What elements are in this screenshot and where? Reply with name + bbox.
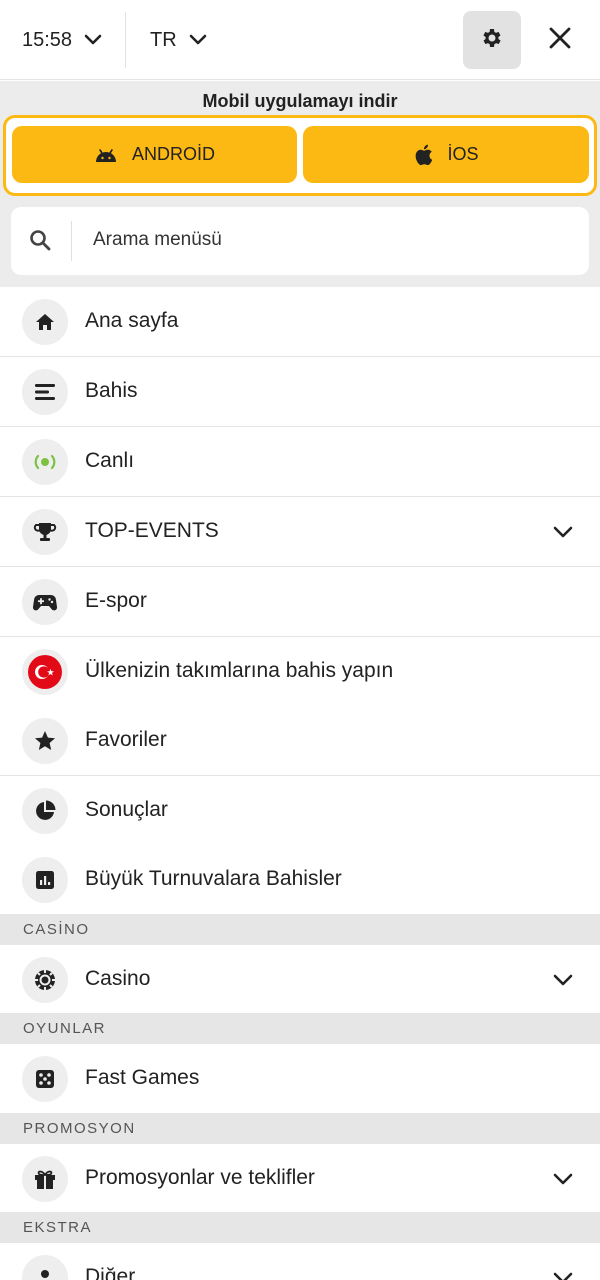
gear-icon: [480, 26, 504, 55]
menu-item-label: Büyük Turnuvalara Bahisler: [85, 867, 342, 890]
menu-item-tournaments[interactable]: Büyük Turnuvalara Bahisler: [0, 845, 600, 915]
language-selector[interactable]: TR: [150, 22, 207, 58]
menu-item-other[interactable]: Diğer: [0, 1243, 600, 1280]
ios-download-button[interactable]: İOS: [303, 126, 589, 183]
search-icon: [29, 229, 51, 256]
menu-item-label: Bahis: [85, 379, 138, 402]
search-input[interactable]: Arama menüsü: [11, 207, 589, 275]
list-icon: [22, 369, 68, 415]
app-download-title: Mobil uygulamayı indir: [202, 91, 398, 111]
chevron-down-icon[interactable]: [550, 967, 576, 993]
menu-item-label: Sonuçlar: [85, 798, 168, 821]
search-placeholder: Arama menüsü: [93, 229, 222, 250]
casino-chip-icon: [22, 957, 68, 1003]
chevron-down-icon: [189, 34, 207, 46]
menu-item-bet[interactable]: Bahis: [0, 357, 600, 427]
pie-chart-icon: [22, 788, 68, 834]
trophy-icon: [22, 509, 68, 555]
time-value: 15:58: [22, 28, 73, 51]
users-icon: [22, 1255, 68, 1280]
menu-item-home[interactable]: Ana sayfa: [0, 287, 600, 357]
chevron-down-icon[interactable]: [550, 519, 576, 545]
menu-item-country-teams[interactable]: Ülkenizin takımlarına bahis yapın: [0, 637, 600, 707]
android-download-button[interactable]: ANDROİD: [12, 126, 297, 183]
menu-item-label: Ana sayfa: [85, 309, 179, 332]
time-selector[interactable]: 15:58: [22, 22, 102, 58]
bar-chart-icon: [22, 857, 68, 903]
close-icon: [548, 26, 572, 55]
section-title: OYUNLAR: [23, 1020, 107, 1037]
star-icon: [22, 718, 68, 764]
menu-item-label: Favoriler: [85, 728, 167, 751]
gift-icon: [22, 1156, 68, 1202]
menu-item-favorites[interactable]: Favoriler: [0, 706, 600, 776]
menu-item-top-events[interactable]: TOP-EVENTS: [0, 497, 600, 567]
menu-item-label: Canlı: [85, 449, 135, 472]
settings-button[interactable]: [463, 11, 521, 69]
chevron-down-icon[interactable]: [550, 1265, 576, 1280]
home-icon: [22, 299, 68, 345]
gamepad-icon: [22, 579, 68, 625]
close-button[interactable]: [540, 20, 580, 60]
chevron-down-icon[interactable]: [550, 1166, 576, 1192]
menu-item-promotions[interactable]: Promosyonlar ve teklifler: [0, 1144, 600, 1214]
section-header-games: OYUNLAR: [0, 1013, 600, 1044]
menu-item-casino[interactable]: Casino: [0, 945, 600, 1015]
language-value: TR: [150, 28, 177, 51]
dice-icon: [22, 1056, 68, 1102]
android-icon: [94, 147, 118, 163]
menu-item-esports[interactable]: E-spor: [0, 567, 600, 637]
section-title: EKSTRA: [23, 1219, 93, 1236]
menu-item-live[interactable]: Canlı: [0, 427, 600, 497]
ios-label: İOS: [447, 144, 479, 164]
menu-item-label: Casino: [85, 967, 151, 990]
menu-item-label: Promosyonlar ve teklifler: [85, 1166, 315, 1189]
menu-item-label: Fast Games: [85, 1066, 200, 1089]
section-title: PROMOSYON: [23, 1120, 136, 1137]
menu-item-label: Ülkenizin takımlarına bahis yapın: [85, 659, 394, 682]
chevron-down-icon: [84, 34, 102, 46]
menu-item-fast-games[interactable]: Fast Games: [0, 1044, 600, 1114]
section-header-extra: EKSTRA: [0, 1212, 600, 1243]
menu-item-label: TOP-EVENTS: [85, 519, 219, 542]
search-divider: [71, 221, 72, 261]
turkey-flag-icon: [22, 649, 68, 695]
menu-item-label: Diğer: [85, 1265, 136, 1280]
section-header-promo: PROMOSYON: [0, 1113, 600, 1144]
top-bar: 15:58 TR: [0, 0, 600, 80]
apple-icon: [413, 143, 433, 167]
section-title: CASİNO: [23, 921, 90, 938]
menu-item-label: E-spor: [85, 589, 147, 612]
menu-item-results[interactable]: Sonuçlar: [0, 776, 600, 846]
live-icon: [22, 439, 68, 485]
android-label: ANDROİD: [131, 144, 215, 164]
divider: [125, 12, 126, 68]
section-header-casino: CASİNO: [0, 914, 600, 945]
